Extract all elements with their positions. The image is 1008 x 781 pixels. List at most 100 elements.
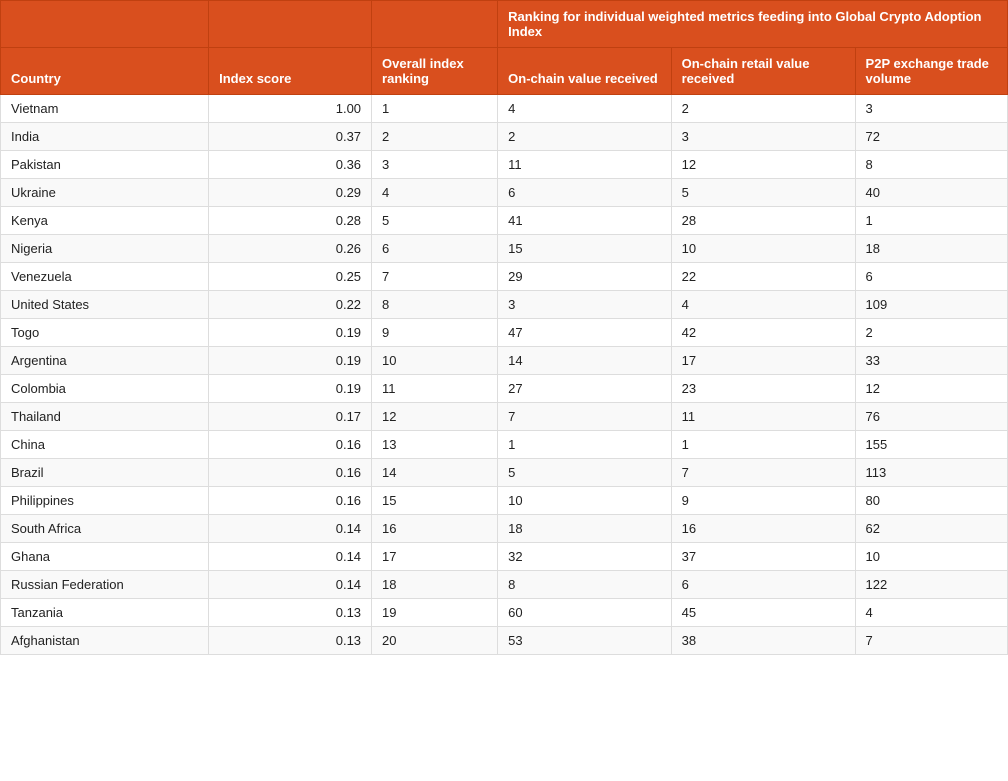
cell-index: 0.36 — [209, 151, 372, 179]
cell-p2p: 80 — [855, 487, 1007, 515]
cell-onchain: 32 — [498, 543, 671, 571]
cell-retail: 1 — [671, 431, 855, 459]
cell-index: 0.14 — [209, 515, 372, 543]
cell-onchain: 2 — [498, 123, 671, 151]
cell-index: 0.16 — [209, 459, 372, 487]
table-row: Colombia0.1911272312 — [1, 375, 1008, 403]
empty-index-header — [209, 1, 372, 48]
cell-p2p: 122 — [855, 571, 1007, 599]
cell-onchain: 60 — [498, 599, 671, 627]
cell-p2p: 62 — [855, 515, 1007, 543]
cell-onchain: 6 — [498, 179, 671, 207]
cell-overall: 14 — [372, 459, 498, 487]
cell-overall: 3 — [372, 151, 498, 179]
cell-p2p: 12 — [855, 375, 1007, 403]
cell-retail: 6 — [671, 571, 855, 599]
cell-country: Nigeria — [1, 235, 209, 263]
cell-overall: 16 — [372, 515, 498, 543]
cell-country: Vietnam — [1, 95, 209, 123]
col-header-p2p: P2P exchange trade volume — [855, 48, 1007, 95]
table-row: Ghana0.1417323710 — [1, 543, 1008, 571]
table-row: Philippines0.161510980 — [1, 487, 1008, 515]
cell-overall: 10 — [372, 347, 498, 375]
cell-p2p: 2 — [855, 319, 1007, 347]
cell-overall: 13 — [372, 431, 498, 459]
cell-index: 0.22 — [209, 291, 372, 319]
table-row: Togo0.19947422 — [1, 319, 1008, 347]
cell-index: 0.17 — [209, 403, 372, 431]
cell-country: Togo — [1, 319, 209, 347]
cell-index: 0.13 — [209, 627, 372, 655]
cell-p2p: 113 — [855, 459, 1007, 487]
table-row: Nigeria0.266151018 — [1, 235, 1008, 263]
cell-country: Russian Federation — [1, 571, 209, 599]
cell-retail: 17 — [671, 347, 855, 375]
cell-retail: 5 — [671, 179, 855, 207]
empty-overall-header — [372, 1, 498, 48]
cell-retail: 16 — [671, 515, 855, 543]
cell-retail: 11 — [671, 403, 855, 431]
cell-retail: 12 — [671, 151, 855, 179]
cell-p2p: 8 — [855, 151, 1007, 179]
table-row: Venezuela0.25729226 — [1, 263, 1008, 291]
cell-overall: 18 — [372, 571, 498, 599]
col-header-country: Country — [1, 48, 209, 95]
cell-onchain: 41 — [498, 207, 671, 235]
cell-overall: 9 — [372, 319, 498, 347]
table-row: Tanzania0.131960454 — [1, 599, 1008, 627]
cell-overall: 2 — [372, 123, 498, 151]
cell-retail: 4 — [671, 291, 855, 319]
cell-p2p: 155 — [855, 431, 1007, 459]
cell-index: 0.13 — [209, 599, 372, 627]
col-header-retail: On-chain retail value received — [671, 48, 855, 95]
cell-index: 0.19 — [209, 319, 372, 347]
cell-country: Ukraine — [1, 179, 209, 207]
cell-index: 0.37 — [209, 123, 372, 151]
cell-onchain: 18 — [498, 515, 671, 543]
cell-onchain: 3 — [498, 291, 671, 319]
cell-retail: 23 — [671, 375, 855, 403]
cell-p2p: 7 — [855, 627, 1007, 655]
table-row: India0.3722372 — [1, 123, 1008, 151]
table-row: Argentina0.1910141733 — [1, 347, 1008, 375]
table-row: Brazil0.161457113 — [1, 459, 1008, 487]
cell-p2p: 6 — [855, 263, 1007, 291]
table-row: Vietnam1.001423 — [1, 95, 1008, 123]
cell-overall: 5 — [372, 207, 498, 235]
cell-country: Venezuela — [1, 263, 209, 291]
table-row: Afghanistan0.132053387 — [1, 627, 1008, 655]
cell-p2p: 1 — [855, 207, 1007, 235]
cell-country: Brazil — [1, 459, 209, 487]
cell-overall: 20 — [372, 627, 498, 655]
cell-onchain: 15 — [498, 235, 671, 263]
cell-retail: 38 — [671, 627, 855, 655]
cell-retail: 37 — [671, 543, 855, 571]
table-row: Kenya0.28541281 — [1, 207, 1008, 235]
cell-onchain: 14 — [498, 347, 671, 375]
cell-index: 1.00 — [209, 95, 372, 123]
cell-onchain: 5 — [498, 459, 671, 487]
cell-onchain: 10 — [498, 487, 671, 515]
cell-overall: 4 — [372, 179, 498, 207]
cell-retail: 45 — [671, 599, 855, 627]
table-row: Thailand0.171271176 — [1, 403, 1008, 431]
cell-country: India — [1, 123, 209, 151]
cell-country: Philippines — [1, 487, 209, 515]
table-row: Russian Federation0.141886122 — [1, 571, 1008, 599]
cell-onchain: 53 — [498, 627, 671, 655]
cell-overall: 6 — [372, 235, 498, 263]
cell-retail: 3 — [671, 123, 855, 151]
cell-overall: 12 — [372, 403, 498, 431]
cell-country: Thailand — [1, 403, 209, 431]
cell-index: 0.19 — [209, 375, 372, 403]
cell-index: 0.14 — [209, 543, 372, 571]
cell-retail: 22 — [671, 263, 855, 291]
ranking-title: Ranking for individual weighted metrics … — [498, 1, 1008, 48]
cell-index: 0.28 — [209, 207, 372, 235]
cell-retail: 7 — [671, 459, 855, 487]
cell-overall: 19 — [372, 599, 498, 627]
cell-index: 0.19 — [209, 347, 372, 375]
cell-country: United States — [1, 291, 209, 319]
cell-country: Argentina — [1, 347, 209, 375]
cell-overall: 7 — [372, 263, 498, 291]
